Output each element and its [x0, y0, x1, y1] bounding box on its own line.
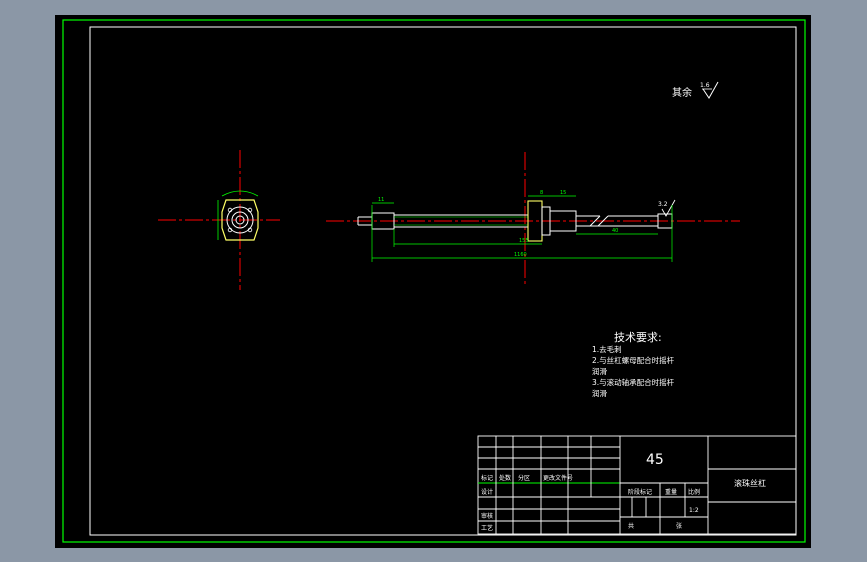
tech-item-1: 1.去毛刺 [592, 344, 622, 354]
material: 45 [646, 452, 664, 468]
scale-label: 比例 [688, 488, 700, 496]
end-roughness-value: 3.2 [658, 201, 668, 208]
craft-label: 工艺 [481, 524, 493, 532]
scale-value: 1:2 [689, 507, 699, 514]
review-label: 审核 [481, 512, 493, 520]
dim-right: 40 [612, 228, 618, 234]
sheet-of-label: 张 [676, 522, 682, 530]
tech-title: 技术要求: [614, 331, 662, 344]
sheet-label: 共 [628, 522, 634, 530]
dim-mid: 155 [519, 238, 529, 244]
drawing-sheet [55, 15, 811, 548]
row-label-0: 标记 [481, 474, 493, 482]
dim-flange: 8 [540, 190, 543, 196]
part-name: 滚珠丝杠 [734, 478, 766, 488]
roughness-label: 其余 [672, 86, 692, 99]
design-label: 设计 [481, 488, 493, 496]
tech-item-5: 润滑 [592, 388, 607, 398]
stage-label: 阶段标记 [628, 488, 652, 496]
dim-collar: 15 [560, 190, 566, 196]
roughness-value: 1.6 [700, 82, 710, 89]
weight-label: 重量 [665, 488, 677, 496]
row-label-3: 更改文件号 [543, 474, 573, 482]
row-label-2: 分区 [518, 474, 530, 482]
row-label-1: 处数 [499, 474, 511, 482]
dim-left-end: 11 [378, 197, 384, 203]
dim-total: 1160 [514, 252, 527, 258]
tech-item-2: 2.与丝杠螺母配合时摇杆 [592, 355, 675, 365]
cad-drawing: 其余 1.6 3.2 1160 155 11 8 15 40 技术要求: 1.去… [55, 15, 811, 548]
tech-item-4: 3.与滚动轴承配合时摇杆 [592, 377, 675, 387]
tech-item-3: 润滑 [592, 366, 607, 376]
